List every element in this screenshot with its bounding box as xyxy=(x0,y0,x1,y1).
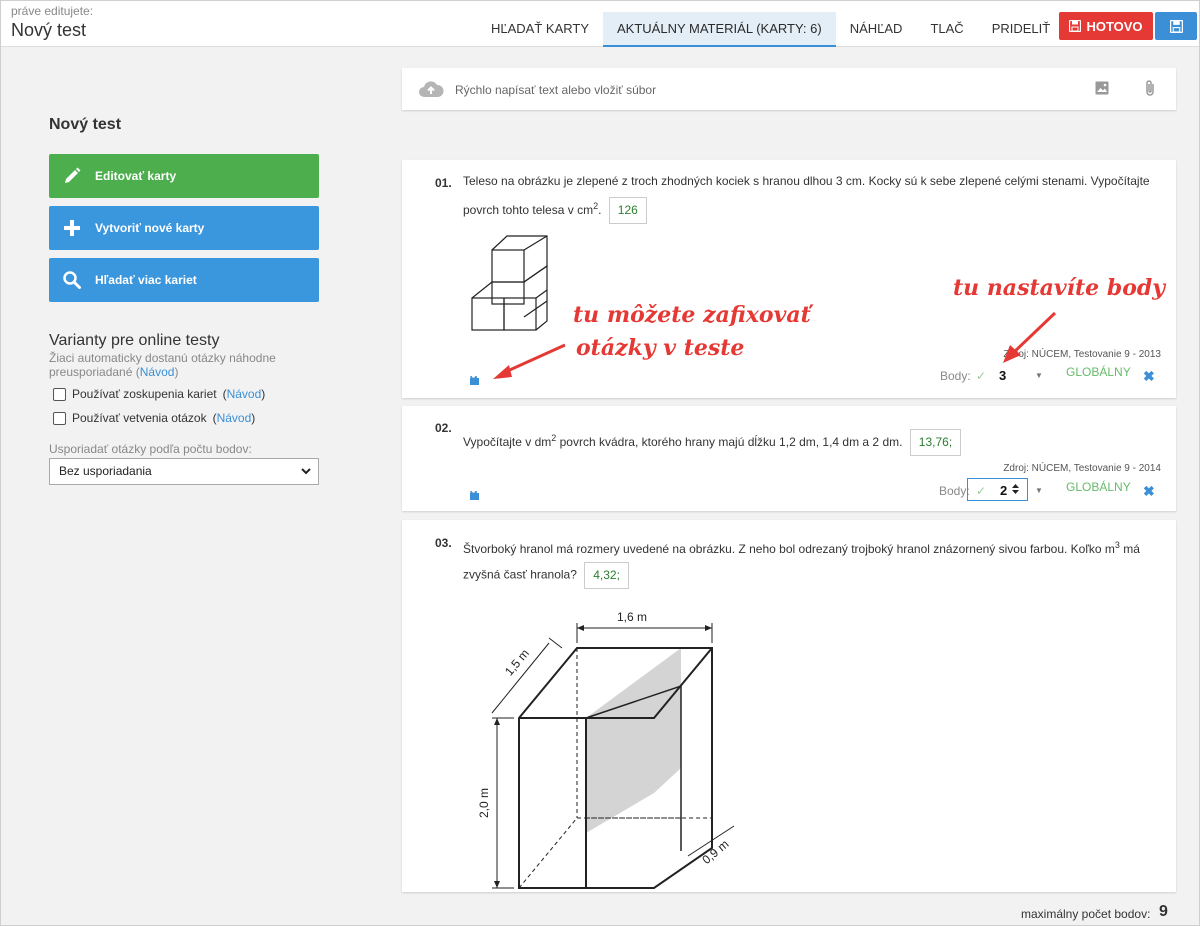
create-cards-label: Vytvoriť nové karty xyxy=(95,221,205,235)
points-label: Body: xyxy=(939,484,970,498)
floppy-icon xyxy=(1169,19,1183,33)
prism-figure: 1,6 m 1,5 m 2,0 m 0,9 m xyxy=(477,610,735,889)
variants-title: Varianty pre online testy xyxy=(49,332,220,349)
caret-down-icon[interactable]: ▼ xyxy=(1035,371,1043,380)
tab-assign[interactable]: PRIDELIŤ xyxy=(978,12,1065,47)
lock-hint-line2: otázky v teste xyxy=(576,335,745,361)
sort-select-value: Bez usporiadania xyxy=(59,464,152,478)
unlock-icon[interactable] xyxy=(469,372,480,390)
spinner-arrows-icon[interactable] xyxy=(1011,482,1020,501)
dim-top-label: 1,6 m xyxy=(617,610,647,624)
question-number: 03. xyxy=(435,536,452,550)
save-button[interactable] xyxy=(1155,12,1197,40)
branching-checkbox[interactable] xyxy=(53,411,66,425)
check-icon: ✓ xyxy=(976,369,987,383)
points-hint: tu nastavíte body xyxy=(953,275,1166,301)
question-text-line1: Štvorboký hranol má rozmery uvedené na o… xyxy=(463,542,1115,556)
sort-select[interactable]: Bez usporiadania xyxy=(49,458,319,485)
variants-help-link[interactable]: Návod xyxy=(140,365,175,379)
scope-label[interactable]: GLOBÁLNY xyxy=(1066,480,1131,494)
question-text: Vypočítajte v dm2 povrch kvádra, ktorého… xyxy=(463,426,1153,457)
dim-side-label: 1,5 m xyxy=(502,646,532,678)
variants-description: Žiaci automaticky dostanú otázky náhodne… xyxy=(49,351,276,379)
question-card-3[interactable]: 03. Štvorboký hranol má rozmery uvedené … xyxy=(402,520,1176,892)
question-text-line2: povrch tohto telesa v cm xyxy=(463,203,594,217)
max-points-value: 9 xyxy=(1159,903,1168,920)
cubes-figure xyxy=(471,235,548,331)
arrow-to-lock-icon xyxy=(493,343,566,379)
question-text-line1: Teleso na obrázku je zlepené z troch zho… xyxy=(463,174,1150,188)
sort-label: Usporiadať otázky podľa počtu bodov: xyxy=(49,442,252,456)
paperclip-icon[interactable] xyxy=(1144,79,1156,102)
unlock-icon[interactable] xyxy=(469,487,480,505)
save-icon xyxy=(1069,20,1082,32)
cloud-upload-icon[interactable] xyxy=(418,80,444,103)
caret-down-icon[interactable]: ▼ xyxy=(1035,486,1043,495)
points-value[interactable]: 3 xyxy=(999,368,1006,383)
image-icon[interactable] xyxy=(1095,81,1109,100)
branching-help-link[interactable]: Návod xyxy=(217,411,252,425)
question-text-end: . xyxy=(598,203,602,217)
scope-label[interactable]: GLOBÁLNY xyxy=(1066,365,1131,379)
question-number: 01. xyxy=(435,176,452,190)
app-window: práve editujete: Nový test HĽADAŤ KARTY … xyxy=(0,0,1200,926)
pencil-icon xyxy=(62,166,82,186)
tab-current-material[interactable]: AKTUÁLNY MATERIÁL (KARTY: 6) xyxy=(603,12,836,47)
answer-box[interactable]: 4,32; xyxy=(584,562,629,589)
tab-preview[interactable]: NÁHĽAD xyxy=(836,12,917,47)
quick-input-placeholder: Rýchlo napísať text alebo vložiť súbor xyxy=(455,83,657,97)
question-card-2[interactable]: 02. Vypočítajte v dm2 povrch kvádra, kto… xyxy=(402,406,1176,511)
arrow-to-points-icon xyxy=(1003,311,1057,363)
dim-height-label: 2,0 m xyxy=(477,788,491,818)
points-value[interactable]: 2 xyxy=(1000,483,1007,498)
question-text-start: Vypočítajte v dm xyxy=(463,435,552,449)
tab-search-cards[interactable]: HĽADAŤ KARTY xyxy=(477,12,603,47)
chevron-down-icon xyxy=(300,463,312,488)
edit-cards-button[interactable]: Editovať karty xyxy=(49,154,319,198)
sidebar-title: Nový test xyxy=(49,116,122,133)
grouping-checkbox-row[interactable]: Používať zoskupenia kariet (Návod) xyxy=(53,387,265,401)
done-label: HOTOVO xyxy=(1086,18,1143,34)
question-text-line2: zvyšná časť hranola? xyxy=(463,567,577,582)
max-points-label: maximálny počet bodov: xyxy=(1021,907,1151,921)
page-title: Nový test xyxy=(11,20,87,40)
answer-box[interactable]: 126 xyxy=(608,197,647,225)
question-number: 02. xyxy=(435,421,452,435)
search-icon xyxy=(62,270,82,290)
grouping-help-link[interactable]: Návod xyxy=(227,387,262,401)
plus-icon xyxy=(62,218,82,238)
done-button[interactable]: HOTOVO xyxy=(1059,12,1153,40)
grouping-checkbox[interactable] xyxy=(53,387,66,401)
question-text: Štvorboký hranol má rozmery uvedené na o… xyxy=(463,533,1163,589)
quick-input-bar[interactable]: Rýchlo napísať text alebo vložiť súbor xyxy=(402,68,1176,110)
check-icon: ✓ xyxy=(976,484,987,498)
close-icon[interactable]: ✖ xyxy=(1143,483,1155,500)
search-more-label: Hľadať viac kariet xyxy=(95,273,197,287)
editing-label: práve editujete: xyxy=(11,4,94,18)
lock-hint-line1: tu môžete zafixovať xyxy=(573,302,811,328)
edit-cards-label: Editovať karty xyxy=(95,169,177,183)
tab-bar: HĽADAŤ KARTY AKTUÁLNY MATERIÁL (KARTY: 6… xyxy=(477,12,1064,47)
question-text-line1-end: má xyxy=(1119,542,1140,556)
top-bar: práve editujete: Nový test HĽADAŤ KARTY … xyxy=(1,1,1199,47)
points-label: Body: xyxy=(940,369,971,383)
grouping-label: Používať zoskupenia kariet xyxy=(72,387,217,401)
source-label: Zdroj: NÚCEM, Testovanie 9 - 2014 xyxy=(1003,463,1161,474)
create-cards-button[interactable]: Vytvoriť nové karty xyxy=(49,206,319,250)
dim-depth-label: 0,9 m xyxy=(699,837,731,867)
question-text: Teleso na obrázku je zlepené z troch zho… xyxy=(463,169,1153,225)
question-text-rest: povrch kvádra, ktorého hrany majú dĺžku … xyxy=(556,435,903,449)
tab-print[interactable]: TLAČ xyxy=(916,12,977,47)
branching-checkbox-row[interactable]: Používať vetvenia otázok (Návod) xyxy=(53,411,255,425)
close-icon[interactable]: ✖ xyxy=(1143,368,1155,385)
search-more-cards-button[interactable]: Hľadať viac kariet xyxy=(49,258,319,302)
answer-box[interactable]: 13,76; xyxy=(909,429,962,457)
branching-label: Používať vetvenia otázok xyxy=(72,411,207,425)
